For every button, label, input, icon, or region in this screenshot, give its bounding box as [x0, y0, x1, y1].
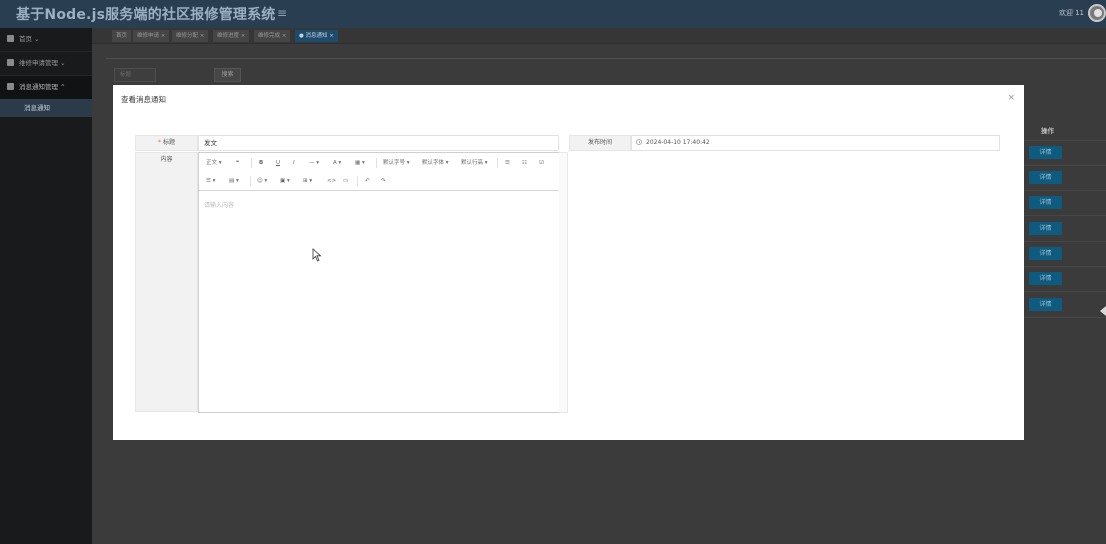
- view-notification-dialog: 查看消息通知 × * 标题 发文 内容 正文 ▾ ❝ B U I — ▾ A ▾ …: [113, 85, 1024, 440]
- divider: [497, 158, 498, 168]
- content-label: 内容: [135, 152, 198, 412]
- top-header: 基于Node.js服务端的社区报修管理系统 ≡ 欢迎 11: [0, 0, 1106, 28]
- underline-icon[interactable]: U: [276, 158, 280, 168]
- menu-toggle-icon[interactable]: ≡: [277, 6, 287, 20]
- detail-button[interactable]: 详情: [1029, 247, 1062, 260]
- italic-icon[interactable]: I: [293, 158, 295, 168]
- divider-line-icon[interactable]: ▭: [343, 176, 348, 186]
- tab-repair-requests[interactable]: 维修申请 ×: [133, 30, 170, 42]
- avatar[interactable]: [1088, 4, 1106, 22]
- editor-placeholder: 请输入内容: [204, 202, 235, 209]
- app-title: 基于Node.js服务端的社区报修管理系统: [16, 7, 276, 23]
- publish-time-field[interactable]: 2024-04-10 17:40:42: [631, 135, 1000, 151]
- wrench-icon: [7, 59, 14, 66]
- align-dropdown[interactable]: ☰ ▾: [206, 176, 215, 186]
- mouse-cursor-icon: [312, 248, 322, 262]
- divider: [1024, 317, 1106, 318]
- divider: [376, 158, 377, 168]
- column-header-operations: 操作: [1041, 127, 1054, 135]
- tab-repair-progress[interactable]: 维修进度 ×: [213, 30, 250, 42]
- redo-icon[interactable]: ↷: [381, 176, 386, 186]
- title-label-text: 标题: [162, 139, 175, 146]
- divider: [357, 176, 358, 186]
- divider: [250, 176, 251, 186]
- chevron-down-icon: ⌄: [34, 35, 40, 43]
- divider: [1024, 241, 1106, 242]
- detail-button[interactable]: 详情: [1029, 298, 1062, 311]
- dialog-title: 查看消息通知: [121, 95, 166, 104]
- table-dropdown[interactable]: ⊞ ▾: [303, 176, 312, 186]
- welcome-text: 欢迎 11: [1058, 9, 1084, 17]
- sidebar-item-repair-requests[interactable]: 维修申请管理 ⌄: [0, 52, 92, 75]
- detail-button[interactable]: 详情: [1029, 171, 1062, 184]
- rich-text-editor: 正文 ▾ ❝ B U I — ▾ A ▾ ▦ ▾ 默认字号 ▾ 默认字体 ▾ 默…: [198, 152, 568, 413]
- close-icon[interactable]: ×: [1007, 93, 1015, 103]
- numbered-list-icon[interactable]: ☷: [522, 158, 527, 168]
- sidebar-item-notifications[interactable]: 消息通知管理 ⌃: [0, 76, 92, 99]
- divider: [1024, 291, 1106, 292]
- search-input[interactable]: 标题: [114, 68, 156, 82]
- detail-button[interactable]: 详情: [1029, 272, 1062, 285]
- paragraph-style-dropdown[interactable]: 正文 ▾: [206, 158, 222, 168]
- editor-side-panel: [559, 152, 568, 413]
- font-color-dropdown[interactable]: A ▾: [333, 158, 341, 168]
- chevron-up-icon: ⌃: [60, 83, 66, 91]
- font-family-dropdown[interactable]: 默认字体 ▾: [422, 158, 449, 168]
- indent-dropdown[interactable]: ▤ ▾: [229, 176, 239, 186]
- tabs-bar: 首页 维修申请 × 维修分配 × 维修进度 × 维修完成 × ● 消息通知 ×: [92, 28, 1106, 44]
- sidebar-item-label: 维修申请管理: [19, 59, 58, 67]
- clock-icon: [636, 139, 642, 145]
- search-button[interactable]: 搜索: [214, 68, 241, 82]
- font-size-dropdown[interactable]: 默认字号 ▾: [383, 158, 410, 168]
- detail-button[interactable]: 详情: [1029, 196, 1062, 209]
- editor-toolbar: 正文 ▾ ❝ B U I — ▾ A ▾ ▦ ▾ 默认字号 ▾ 默认字体 ▾ 默…: [199, 153, 567, 191]
- todo-list-icon[interactable]: ☑: [539, 158, 544, 168]
- line-height-dropdown[interactable]: 默认行高 ▾: [461, 158, 488, 168]
- required-marker: *: [157, 139, 161, 146]
- tab-notifications[interactable]: ● 消息通知 ×: [295, 30, 338, 42]
- image-dropdown[interactable]: ▣ ▾: [280, 176, 290, 186]
- detail-button[interactable]: 详情: [1029, 222, 1062, 235]
- chevron-down-icon: ⌄: [60, 59, 66, 67]
- collapse-handle-icon[interactable]: [1100, 304, 1106, 318]
- divider: [251, 158, 252, 168]
- title-field[interactable]: 发文: [198, 135, 559, 151]
- divider: [1024, 165, 1106, 166]
- sidebar-item-label: 消息通知管理: [19, 83, 58, 91]
- bell-icon: [7, 83, 14, 90]
- sidebar-item-home[interactable]: 首页 ⌄: [0, 28, 92, 51]
- bulleted-list-icon[interactable]: ☰: [505, 158, 510, 168]
- publish-time-label: 发布时间: [569, 135, 631, 151]
- detail-button[interactable]: 详情: [1029, 146, 1062, 159]
- code-icon[interactable]: <>: [327, 176, 336, 186]
- tab-repair-assign[interactable]: 维修分配 ×: [172, 30, 209, 42]
- background-color-dropdown[interactable]: ▦ ▾: [355, 158, 365, 168]
- blockquote-icon[interactable]: ❝: [236, 158, 239, 168]
- sidebar-subitem-notifications[interactable]: 消息通知: [0, 99, 92, 117]
- divider: [106, 58, 1106, 59]
- tab-repair-complete[interactable]: 维修完成 ×: [254, 30, 291, 42]
- divider: [1024, 140, 1106, 141]
- toolbar-row: ☰ ▾ ▤ ▾ ☺ ▾ ▣ ▾ ⊞ ▾ <> ▭ ↶ ↷: [199, 172, 567, 190]
- sidebar-item-label: 首页: [19, 35, 32, 43]
- home-icon: [7, 35, 14, 42]
- more-styles-dropdown[interactable]: — ▾: [309, 158, 319, 168]
- divider: [1024, 215, 1106, 216]
- emoji-dropdown[interactable]: ☺ ▾: [257, 176, 267, 186]
- title-label: * 标题: [135, 135, 198, 151]
- sidebar: 首页 ⌄ 维修申请管理 ⌄ 消息通知管理 ⌃ 消息通知: [0, 28, 92, 544]
- tab-home[interactable]: 首页: [112, 30, 132, 42]
- toolbar-row: 正文 ▾ ❝ B U I — ▾ A ▾ ▦ ▾ 默认字号 ▾ 默认字体 ▾ 默…: [199, 154, 567, 172]
- divider: [1024, 266, 1106, 267]
- bold-icon[interactable]: B: [259, 158, 263, 168]
- divider: [1024, 190, 1106, 191]
- undo-icon[interactable]: ↶: [365, 176, 370, 186]
- publish-time-value: 2024-04-10 17:40:42: [646, 139, 710, 146]
